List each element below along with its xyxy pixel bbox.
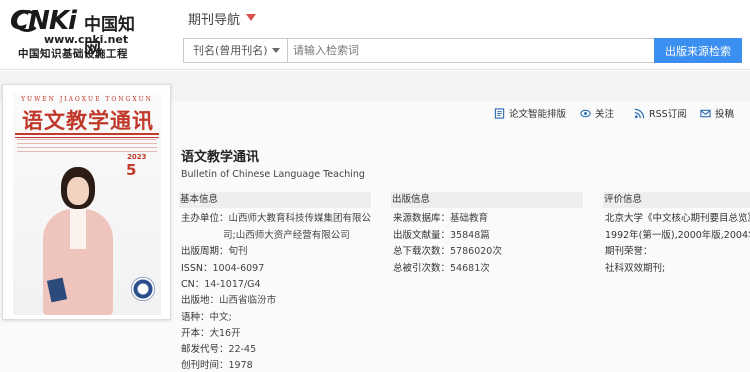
search-bar: 刊名(曾用刊名) 出版来源检索 bbox=[183, 38, 742, 63]
journal-title-en: Bulletin of Chinese Language Teaching bbox=[181, 169, 365, 180]
cover-artwork: YUWEN JIAOXUE TONGXUN 语文教学通讯 2023 5 bbox=[13, 93, 161, 315]
field-label: 出版文献量： bbox=[393, 230, 451, 241]
field-value: 旬刊 bbox=[228, 246, 248, 257]
site-header: CNKi 中国知网 www.cnki.net 中国知识基础设施工程 期刊导航 刊… bbox=[0, 0, 750, 70]
cover-pinyin: YUWEN JIAOXUE TONGXUN bbox=[21, 96, 153, 103]
field-label: 创刊时间： bbox=[181, 360, 229, 371]
cover-title: 语文教学通讯 bbox=[22, 108, 154, 133]
field-label: 总下载次数： bbox=[393, 246, 451, 257]
basic-field-format: 开本：大16开 bbox=[181, 328, 241, 340]
basic-field-cn: CN：14-1017/G4 bbox=[181, 279, 261, 291]
basic-field-frequency: 出版周期：旬刊 bbox=[181, 246, 248, 258]
field-label: 来源数据库： bbox=[393, 213, 451, 224]
search-field-selected: 刊名(曾用刊名) bbox=[193, 44, 268, 57]
pub-field-downloads: 总下载次数：5786020次 bbox=[393, 246, 502, 258]
action-label: 论文智能排版 bbox=[509, 109, 567, 120]
field-label: 出版周期： bbox=[181, 246, 229, 257]
logo-url: www.cnki.net bbox=[44, 33, 129, 46]
field-label: 开本： bbox=[181, 328, 210, 339]
field-value: 5786020次 bbox=[450, 246, 502, 257]
eval-honors-label: 期刊荣誉： bbox=[605, 246, 653, 257]
follow-link[interactable]: 关注 bbox=[580, 106, 614, 120]
basic-field-sponsor-cont: 司;山西师大资产经营有限公司 bbox=[223, 230, 350, 242]
logo-brand: CNKi bbox=[10, 6, 77, 36]
eval-core-journal-line: 北京大学《中文核心期刊要目总览》来 bbox=[605, 213, 750, 224]
journal-cover-image: YUWEN JIAOXUE TONGXUN 语文教学通讯 2023 5 bbox=[2, 84, 171, 320]
action-label: RSS订阅 bbox=[649, 109, 687, 120]
cover-seal-icon bbox=[131, 277, 155, 301]
basic-field-place: 出版地：山西省临汾市 bbox=[181, 295, 276, 307]
basic-field-issn: ISSN：1004-6097 bbox=[181, 263, 264, 275]
basic-field-sponsor: 主办单位：山西师大教育科技传媒集团有限公 bbox=[181, 213, 371, 225]
cover-rule bbox=[15, 133, 159, 135]
cover-portrait bbox=[43, 167, 113, 315]
cover-rule bbox=[15, 137, 159, 138]
field-value: 司;山西师大资产经营有限公司 bbox=[223, 230, 350, 241]
action-label: 投稿 bbox=[715, 109, 735, 120]
field-value: 14-1017/G4 bbox=[204, 279, 261, 290]
field-label: ISSN： bbox=[181, 263, 213, 274]
envelope-icon bbox=[700, 109, 711, 118]
publication-info-heading: 出版信息 bbox=[391, 192, 583, 208]
field-value: 1004-6097 bbox=[212, 263, 265, 274]
basic-info-heading: 基本信息 bbox=[179, 192, 371, 208]
field-value: 基础教育 bbox=[450, 213, 489, 224]
field-value: 1978 bbox=[228, 360, 253, 371]
search-field-select[interactable]: 刊名(曾用刊名) bbox=[184, 39, 288, 62]
pub-field-citations: 总被引次数：54681次 bbox=[393, 263, 490, 275]
field-label: 主办单位： bbox=[181, 213, 229, 224]
rss-subscribe-link[interactable]: RSS订阅 bbox=[634, 106, 687, 120]
smart-layout-link[interactable]: 论文智能排版 bbox=[494, 106, 566, 120]
search-input[interactable] bbox=[289, 39, 655, 62]
field-value: 中文; bbox=[209, 312, 232, 323]
field-label: 出版地： bbox=[181, 295, 220, 306]
rss-icon bbox=[634, 108, 645, 119]
document-layout-icon bbox=[494, 108, 505, 119]
field-label: 邮发代号： bbox=[181, 344, 229, 355]
cover-issue: 5 bbox=[126, 161, 137, 179]
submit-manuscript-link[interactable]: 投稿 bbox=[700, 106, 734, 120]
eye-icon bbox=[580, 109, 591, 118]
basic-field-founded: 创刊时间：1978 bbox=[181, 360, 253, 372]
chevron-down-icon[interactable] bbox=[246, 14, 256, 21]
pub-field-article-count: 出版文献量：35848篇 bbox=[393, 230, 490, 242]
search-button[interactable]: 出版来源检索 bbox=[654, 38, 742, 63]
basic-field-postal-code: 邮发代号：22-45 bbox=[181, 344, 256, 356]
action-label: 关注 bbox=[595, 109, 615, 120]
cover-year: 2023 bbox=[127, 153, 147, 161]
field-value: 22-45 bbox=[228, 344, 257, 355]
cover-small-print bbox=[17, 139, 157, 153]
field-label: CN： bbox=[181, 279, 205, 290]
field-value: 35848篇 bbox=[450, 230, 490, 241]
field-label: 语种： bbox=[181, 312, 210, 323]
basic-field-language: 语种：中文; bbox=[181, 312, 232, 324]
caret-down-icon bbox=[272, 48, 280, 53]
cnki-logo[interactable]: CNKi 中国知网 www.cnki.net 中国知识基础设施工程 bbox=[10, 6, 150, 64]
field-value: 大16开 bbox=[209, 328, 241, 339]
field-value: 山西省临汾市 bbox=[219, 295, 277, 306]
field-value: 山西师大教育科技传媒集团有限公 bbox=[228, 213, 372, 224]
field-value: 54681次 bbox=[450, 263, 490, 274]
journal-title: 语文教学通讯 bbox=[181, 150, 260, 165]
field-label: 总被引次数： bbox=[393, 263, 451, 274]
journal-navigation-menu[interactable]: 期刊导航 bbox=[188, 9, 240, 28]
eval-honors-value: 社科双效期刊; bbox=[605, 263, 666, 274]
evaluation-info-heading: 评价信息 bbox=[603, 192, 750, 208]
eval-core-journal-editions: 1992年(第一版),2000年版,2004年版 bbox=[605, 230, 750, 241]
logo-subtitle: 中国知识基础设施工程 bbox=[18, 48, 128, 60]
pub-field-source-db: 来源数据库：基础教育 bbox=[393, 213, 488, 225]
